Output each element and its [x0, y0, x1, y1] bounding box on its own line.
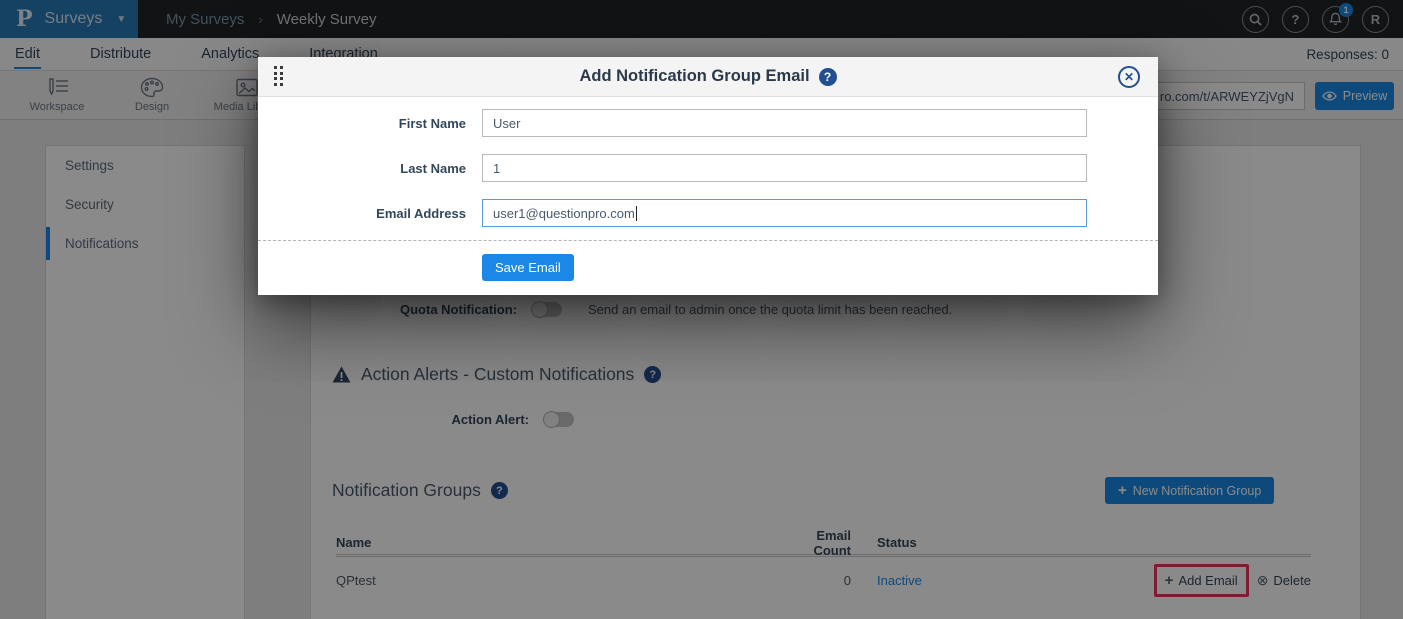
first-name-label: First Name	[258, 116, 466, 131]
add-notification-group-email-modal: Add Notification Group Email ? ✕ First N…	[258, 57, 1158, 295]
last-name-value: 1	[493, 161, 500, 176]
last-name-field[interactable]: 1	[482, 154, 1087, 182]
drag-handle-icon[interactable]	[274, 66, 283, 86]
first-name-row: First Name User	[258, 109, 1158, 137]
email-address-row: Email Address user1@questionpro.com	[258, 199, 1158, 227]
text-cursor	[636, 206, 637, 221]
save-email-button[interactable]: Save Email	[482, 254, 574, 281]
modal-header: Add Notification Group Email ? ✕	[258, 57, 1158, 97]
modal-title: Add Notification Group Email	[579, 67, 809, 86]
first-name-field[interactable]: User	[482, 109, 1087, 137]
app-page: P Surveys ▼ My Surveys › Weekly Survey ?…	[0, 0, 1403, 619]
last-name-label: Last Name	[258, 161, 466, 176]
modal-close-icon[interactable]: ✕	[1118, 66, 1140, 88]
modal-help-icon[interactable]: ?	[819, 68, 837, 86]
email-address-field[interactable]: user1@questionpro.com	[482, 199, 1087, 227]
email-address-value: user1@questionpro.com	[493, 206, 635, 221]
email-address-label: Email Address	[258, 206, 466, 221]
last-name-row: Last Name 1	[258, 154, 1158, 182]
first-name-value: User	[493, 116, 520, 131]
modal-footer-divider	[258, 240, 1158, 241]
